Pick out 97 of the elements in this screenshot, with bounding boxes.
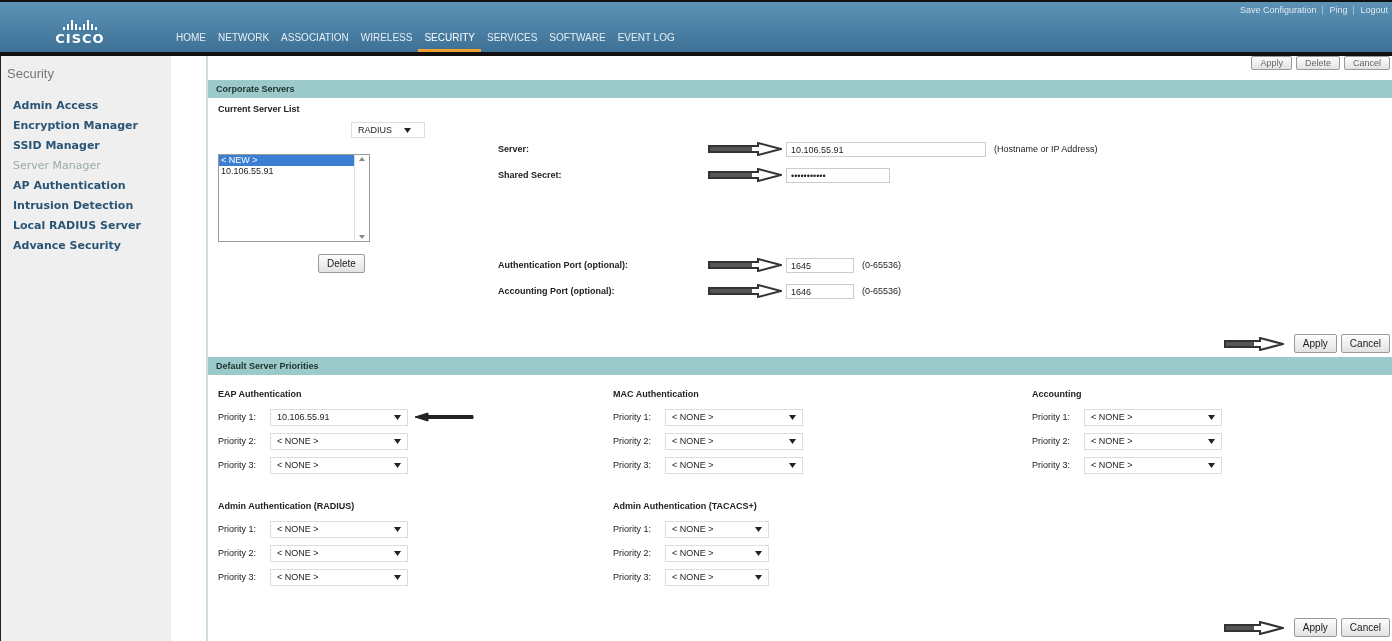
sidebar-item[interactable]: Admin Access (13, 99, 171, 112)
field-label: Authentication Port (optional): (498, 260, 629, 270)
priority-label: Priority 3: (613, 572, 652, 582)
priority-select[interactable]: < NONE > (665, 568, 769, 586)
caret-icon (394, 438, 401, 444)
priority-label: Priority 1: (218, 524, 257, 534)
caret-icon (1208, 414, 1215, 420)
priority-select[interactable]: < NONE > (270, 520, 408, 538)
caret-icon (755, 574, 762, 580)
field-label: Shared Secret: (498, 170, 563, 180)
priority-select[interactable]: < NONE > (1084, 432, 1222, 450)
list-option[interactable]: < NEW > (219, 155, 354, 166)
caret-icon (789, 438, 796, 444)
caret-icon (1208, 462, 1215, 468)
group-title: EAP Authentication (218, 389, 303, 399)
group-title: Admin Authentication (RADIUS) (218, 501, 356, 511)
caret-icon (394, 574, 401, 580)
apply-button[interactable]: Apply (1293, 334, 1337, 353)
group-title: MAC Authentication (613, 389, 700, 399)
priority-label: Priority 2: (613, 436, 652, 446)
caret-icon (789, 414, 796, 420)
priority-select[interactable]: < NONE > (270, 432, 408, 450)
priority-select[interactable]: < NONE > (270, 456, 408, 474)
apply-button[interactable]: Apply (1293, 618, 1337, 637)
priority-select[interactable]: < NONE > (270, 568, 408, 586)
input-field[interactable]: 1646 (786, 283, 854, 299)
priority-label: Priority 1: (1032, 412, 1071, 422)
toolbar-button[interactable]: Delete (1295, 56, 1340, 70)
priority-select[interactable]: < NONE > (1084, 456, 1222, 474)
priority-label: Priority 2: (218, 436, 257, 446)
nav-tab[interactable]: SERVICES (480, 32, 544, 52)
sidebar-item[interactable]: SSID Manager (13, 139, 171, 152)
field-label: Accounting Port (optional): (498, 286, 616, 296)
toolbar-button[interactable]: Apply (1251, 56, 1292, 70)
logo-text: CISCO (55, 31, 105, 46)
sidebar-title: Security (7, 66, 55, 81)
caret-icon (394, 550, 401, 556)
caret-icon (755, 526, 762, 532)
caret-icon (394, 526, 401, 532)
caret-icon (394, 462, 401, 468)
field-hint: (0-65536) (862, 286, 902, 296)
section-header: Default Server Priorities (208, 357, 1392, 375)
cancel-button[interactable]: Cancel (1340, 618, 1390, 637)
nav-tab[interactable]: WIRELESS (354, 32, 419, 52)
sidebar-item[interactable]: Advance Security (13, 239, 171, 252)
list-option[interactable]: 10.106.55.91 (219, 166, 354, 177)
caret-icon (789, 462, 796, 468)
field-hint: (Hostname or IP Address) (994, 144, 1098, 154)
sidebar-item[interactable]: Local RADIUS Server (13, 219, 171, 232)
nav-tab[interactable]: ASSOCIATION (275, 32, 355, 52)
section-header: Corporate Servers (208, 80, 1392, 98)
delete-button[interactable]: Delete (318, 254, 365, 273)
server-type-select[interactable]: RADIUS (351, 122, 425, 138)
sidebar-item[interactable]: Intrusion Detection (13, 199, 171, 212)
caret-icon (755, 550, 762, 556)
input-field[interactable]: 10.106.55.91 (786, 141, 986, 157)
priority-label: Priority 3: (218, 572, 257, 582)
logo-bars-icon (63, 19, 97, 31)
sidebar-item[interactable]: AP Authentication (13, 179, 171, 192)
input-field[interactable]: ••••••••••• (786, 167, 890, 183)
group-title: Admin Authentication (TACACS+) (613, 501, 758, 511)
priority-label: Priority 3: (1032, 460, 1071, 470)
caret-icon (404, 127, 411, 133)
field-hint: (0-65536) (862, 260, 902, 270)
field-label: Server: (498, 144, 531, 154)
priority-label: Priority 2: (218, 548, 257, 558)
nav-tab[interactable]: SOFTWARE (543, 32, 612, 52)
priority-select[interactable]: < NONE > (665, 520, 769, 538)
toolbar-button[interactable]: Cancel (1344, 56, 1390, 70)
nav-tab[interactable]: NETWORK (212, 32, 276, 52)
caret-icon (1208, 438, 1215, 444)
input-field[interactable]: 1645 (786, 257, 854, 273)
priority-label: Priority 1: (613, 412, 652, 422)
group-title: Accounting (1032, 389, 1083, 399)
cancel-button[interactable]: Cancel (1340, 334, 1390, 353)
priority-label: Priority 1: (218, 412, 257, 422)
nav-tab[interactable]: HOME (170, 32, 212, 52)
list-title: Current Server List (218, 104, 301, 114)
priority-select[interactable]: < NONE > (665, 544, 769, 562)
server-list[interactable]: < NEW > 10.106.55.91 (218, 154, 370, 242)
caret-icon (394, 414, 401, 420)
priority-label: Priority 3: (613, 460, 652, 470)
scroll-down-icon (359, 235, 365, 239)
priority-select[interactable]: < NONE > (665, 408, 803, 426)
scroll-up-icon (359, 157, 365, 161)
priority-label: Priority 2: (613, 548, 652, 558)
priority-select[interactable]: < NONE > (270, 544, 408, 562)
priority-label: Priority 2: (1032, 436, 1071, 446)
priority-label: Priority 3: (218, 460, 257, 470)
priority-select[interactable]: < NONE > (665, 456, 803, 474)
sidebar-item[interactable]: Encryption Manager (13, 119, 171, 132)
priority-select[interactable]: < NONE > (1084, 408, 1222, 426)
nav-tab[interactable]: SECURITY (418, 32, 481, 52)
priority-select[interactable]: 10.106.55.91 (270, 408, 408, 426)
nav-tab[interactable]: EVENT LOG (611, 32, 681, 52)
priority-select[interactable]: < NONE > (665, 432, 803, 450)
priority-label: Priority 1: (613, 524, 652, 534)
